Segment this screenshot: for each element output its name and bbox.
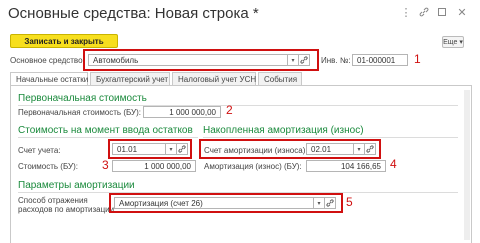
depreciation-account-label: Счет амортизации (износа): xyxy=(204,146,308,155)
section-initial-cost-title: Первоначальная стоимость xyxy=(18,93,147,104)
depreciation-account-open-link-icon[interactable] xyxy=(365,143,376,155)
link-icon[interactable] xyxy=(418,6,430,18)
annotation-3: 3 xyxy=(102,158,109,172)
more-actions-icon[interactable]: ⋮ xyxy=(400,6,412,19)
initial-cost-input[interactable]: 1 000 000,00 xyxy=(143,106,221,118)
expense-method-dropdown-icon[interactable]: ▾ xyxy=(314,197,325,209)
section-accumulated-title: Накопленная амортизация (износ) xyxy=(203,125,364,136)
asset-open-link-icon[interactable] xyxy=(299,54,310,66)
inv-number-input[interactable]: 01-000001 xyxy=(352,54,408,66)
cost-label: Стоимость (БУ): xyxy=(18,162,78,171)
tab-tax-usn[interactable]: Налоговый учет УСН xyxy=(172,72,256,86)
save-and-close-button[interactable]: Записать и закрыть xyxy=(10,34,118,48)
account-open-link-icon[interactable] xyxy=(177,143,188,155)
depreciation-account-dropdown-icon[interactable]: ▾ xyxy=(354,143,365,155)
annotation-2: 2 xyxy=(226,103,233,117)
expense-method-label-line2: расходов по амортизации: xyxy=(18,205,117,214)
tab-accounting[interactable]: Бухгалтерский учет xyxy=(90,72,170,86)
asset-input[interactable]: Автомобиль xyxy=(88,54,288,66)
inv-number-label: Инв. №: xyxy=(321,56,351,65)
depreciation-amount-input[interactable]: 104 166,65 xyxy=(306,160,386,172)
initial-cost-label: Первоначальная стоимость (БУ): xyxy=(18,108,142,117)
account-label: Счет учета: xyxy=(18,146,61,155)
expense-method-open-link-icon[interactable] xyxy=(325,197,336,209)
annotation-5: 5 xyxy=(346,195,353,209)
depreciation-account-input[interactable]: 02.01 xyxy=(306,143,354,155)
more-button[interactable]: Еще ▾ xyxy=(442,36,464,48)
asset-dropdown-icon[interactable]: ▾ xyxy=(288,54,299,66)
asset-label: Основное средство: xyxy=(10,56,85,65)
maximize-icon[interactable] xyxy=(436,6,448,18)
divider xyxy=(18,105,458,106)
section-params-title: Параметры амортизации xyxy=(18,180,135,191)
section-cost-at-entry-title: Стоимость на момент ввода остатков xyxy=(18,125,193,136)
annotation-4: 4 xyxy=(390,157,397,171)
depreciation-amount-label: Амортизация (износ) (БУ): xyxy=(204,162,302,171)
expense-method-input[interactable]: Амортизация (счет 26) xyxy=(114,197,314,209)
divider xyxy=(18,137,198,138)
tab-events[interactable]: События xyxy=(258,72,302,86)
close-icon[interactable]: ✕ xyxy=(456,6,468,19)
expense-method-label-line1: Способ отражения xyxy=(18,196,88,205)
cost-input[interactable]: 1 000 000,00 xyxy=(112,160,196,172)
window-title: Основные средства: Новая строка * xyxy=(8,5,259,22)
account-input[interactable]: 01.01 xyxy=(112,143,166,155)
annotation-1: 1 xyxy=(414,52,421,66)
scrollbar[interactable] xyxy=(464,90,470,240)
account-dropdown-icon[interactable]: ▾ xyxy=(166,143,177,155)
divider xyxy=(203,137,458,138)
tab-initial-balances[interactable]: Начальные остатки xyxy=(10,72,88,86)
